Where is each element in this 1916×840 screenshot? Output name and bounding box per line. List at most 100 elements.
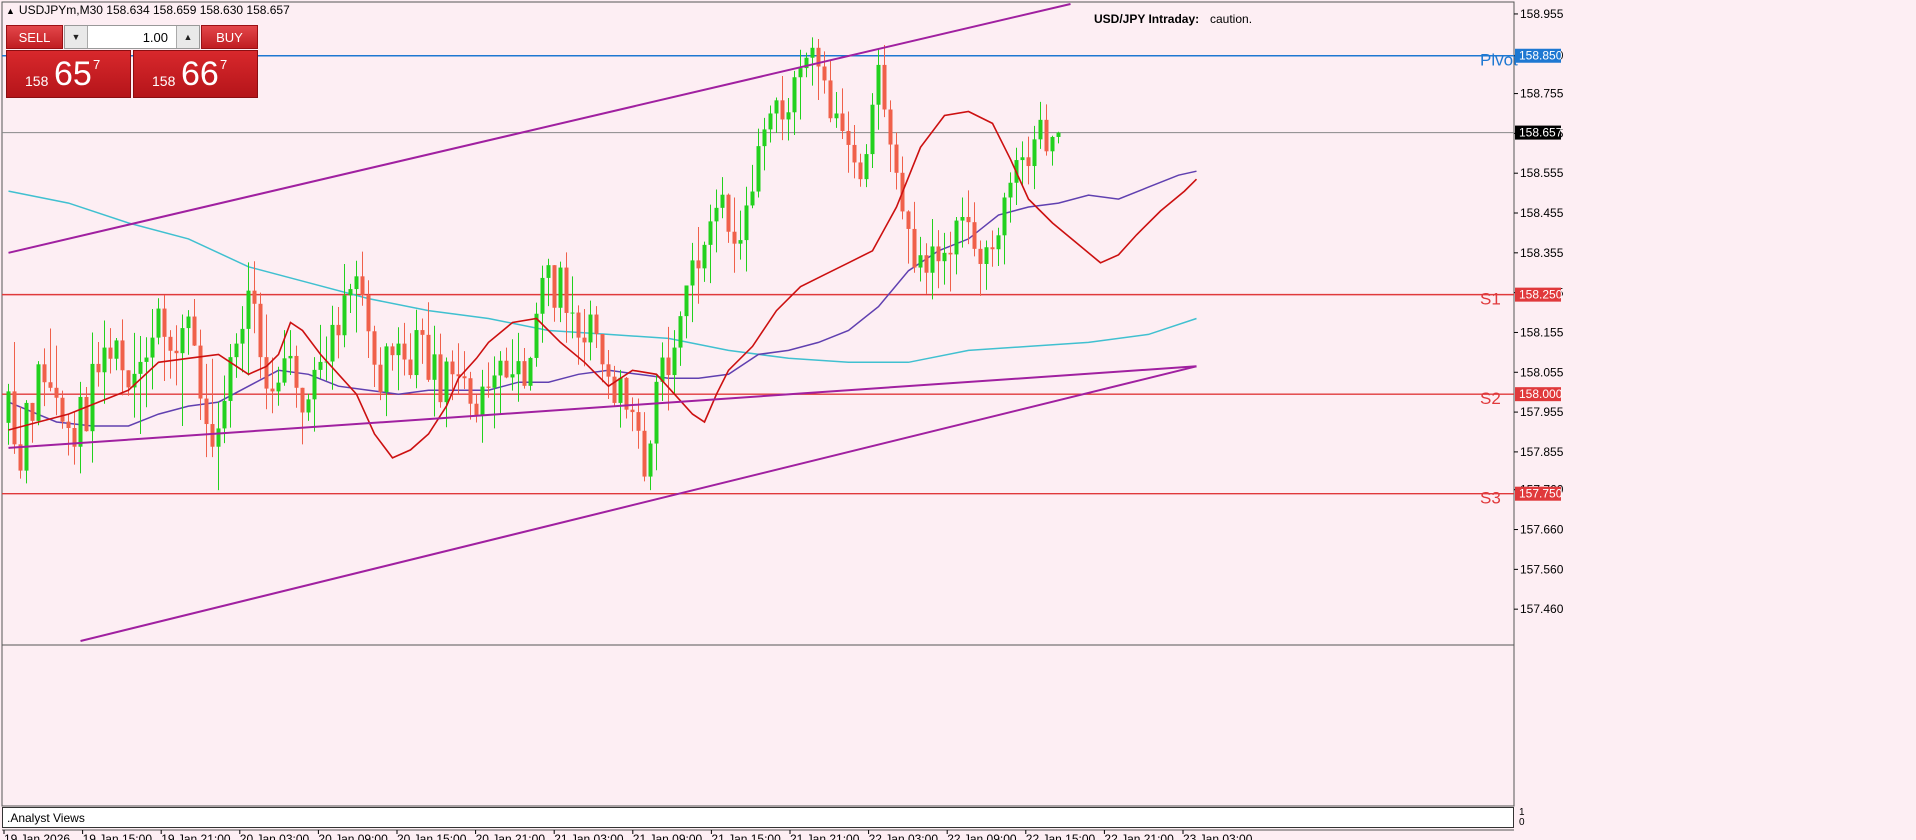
- level-price-pivot: 158.850: [1519, 49, 1563, 63]
- y-tick-label: 158.155: [1520, 325, 1564, 339]
- candle-body: [810, 47, 815, 58]
- candle-body: [510, 374, 515, 378]
- candle-body: [906, 211, 911, 229]
- candle-body: [126, 370, 131, 388]
- candle-body: [78, 396, 83, 447]
- candle-body: [714, 207, 719, 222]
- level-name-pivot: Pivot: [1480, 51, 1518, 70]
- buy-button[interactable]: BUY: [201, 25, 258, 49]
- candle-body: [318, 361, 323, 370]
- candle-body: [276, 382, 281, 392]
- candle-body: [738, 240, 743, 244]
- candle-body: [696, 260, 701, 269]
- candle-body: [426, 334, 431, 380]
- candle-body: [678, 316, 683, 348]
- candle-body: [1050, 136, 1055, 152]
- candle-body: [720, 194, 725, 208]
- candle-body: [270, 388, 275, 392]
- candle-body: [582, 337, 587, 343]
- candle-body: [486, 386, 491, 388]
- candle-body: [366, 295, 371, 332]
- candle-body: [876, 64, 881, 105]
- candle-body: [192, 316, 197, 346]
- lot-size-control: ▼ ▲: [64, 25, 200, 49]
- candle-body: [744, 205, 749, 241]
- candle-body: [864, 154, 869, 180]
- candle-body: [216, 428, 221, 447]
- candle-body: [444, 361, 449, 403]
- candle-body: [1020, 157, 1025, 161]
- candle-body: [24, 402, 29, 471]
- candle-body: [528, 357, 533, 386]
- candle-body: [180, 328, 185, 354]
- buy-price-button[interactable]: 158 66 7: [133, 50, 258, 98]
- candle-body: [1056, 132, 1061, 137]
- level-name-s1: S1: [1480, 290, 1501, 309]
- candle-body: [996, 235, 1001, 250]
- candle-body: [12, 391, 17, 445]
- lot-size-input[interactable]: [88, 27, 174, 47]
- candle-body: [342, 295, 347, 336]
- candle-body: [798, 68, 803, 78]
- current-price-label: 158.657: [1519, 126, 1563, 140]
- candle-body: [618, 377, 623, 403]
- candle-body: [1038, 119, 1043, 140]
- candle-body: [654, 381, 659, 444]
- buy-price-prefix: 158: [152, 73, 176, 89]
- candle-body: [852, 144, 857, 163]
- candle-body: [114, 340, 119, 359]
- candle-body: [990, 247, 995, 250]
- candle-body: [594, 314, 599, 335]
- analyst-text: caution.: [1210, 12, 1253, 26]
- candle-body: [414, 330, 419, 376]
- candle-body: [768, 113, 773, 130]
- x-tick-label: 21 Jan 09:00: [633, 832, 703, 840]
- sell-price-button[interactable]: 158 65 7: [6, 50, 131, 98]
- candle-body: [882, 64, 887, 110]
- level-name-s2: S2: [1480, 389, 1501, 408]
- sell-button[interactable]: SELL: [6, 25, 63, 49]
- candle-body: [492, 375, 497, 388]
- candle-body: [918, 255, 923, 268]
- analyst-title: USD/JPY Intraday:: [1094, 12, 1200, 26]
- candle-body: [360, 276, 365, 296]
- collapse-triangle-icon[interactable]: ▲: [6, 6, 15, 16]
- candle-body: [1032, 139, 1037, 167]
- lot-increase-icon[interactable]: ▲: [176, 26, 199, 48]
- candle-body: [156, 308, 161, 338]
- chart-window[interactable]: 158.955158.850158.755158.655158.555158.4…: [0, 0, 1916, 840]
- candle-body: [396, 343, 401, 356]
- candle-body: [432, 354, 437, 380]
- x-tick-label: 20 Jan 03:00: [240, 832, 310, 840]
- x-tick-label: 22 Jan 09:00: [947, 832, 1017, 840]
- candle-body: [774, 100, 779, 114]
- candle-body: [648, 443, 653, 477]
- candle-body: [840, 113, 845, 131]
- candle-body: [330, 324, 335, 362]
- candle-body: [924, 255, 929, 273]
- lot-decrease-icon[interactable]: ▼: [65, 26, 88, 48]
- candle-body: [222, 400, 227, 429]
- y-tick-label: 158.955: [1520, 7, 1564, 21]
- candle-body: [954, 220, 959, 255]
- candle-body: [36, 364, 41, 421]
- buy-price-pips: 66: [181, 55, 219, 93]
- candle-body: [264, 357, 269, 389]
- candle-body: [348, 289, 353, 296]
- y-tick-label: 158.055: [1520, 365, 1564, 379]
- candle-body: [822, 66, 827, 81]
- candle-body: [564, 267, 569, 313]
- candle-body: [66, 421, 71, 429]
- analyst-views-label: .Analyst Views: [7, 811, 85, 825]
- analyst-views-subwindow[interactable]: .Analyst Views: [2, 807, 1514, 828]
- candle-body: [306, 399, 311, 413]
- ma-mid-line: [8, 170, 1197, 427]
- candle-body: [384, 346, 389, 393]
- price-chart[interactable]: 158.955158.850158.755158.655158.555158.4…: [0, 0, 1916, 840]
- x-tick-label: 21 Jan 15:00: [711, 832, 781, 840]
- candle-body: [522, 361, 527, 386]
- subwindow-scale: 1 0: [1519, 808, 1525, 828]
- candle-body: [1026, 157, 1031, 167]
- candle-body: [252, 290, 257, 304]
- candle-body: [258, 303, 263, 358]
